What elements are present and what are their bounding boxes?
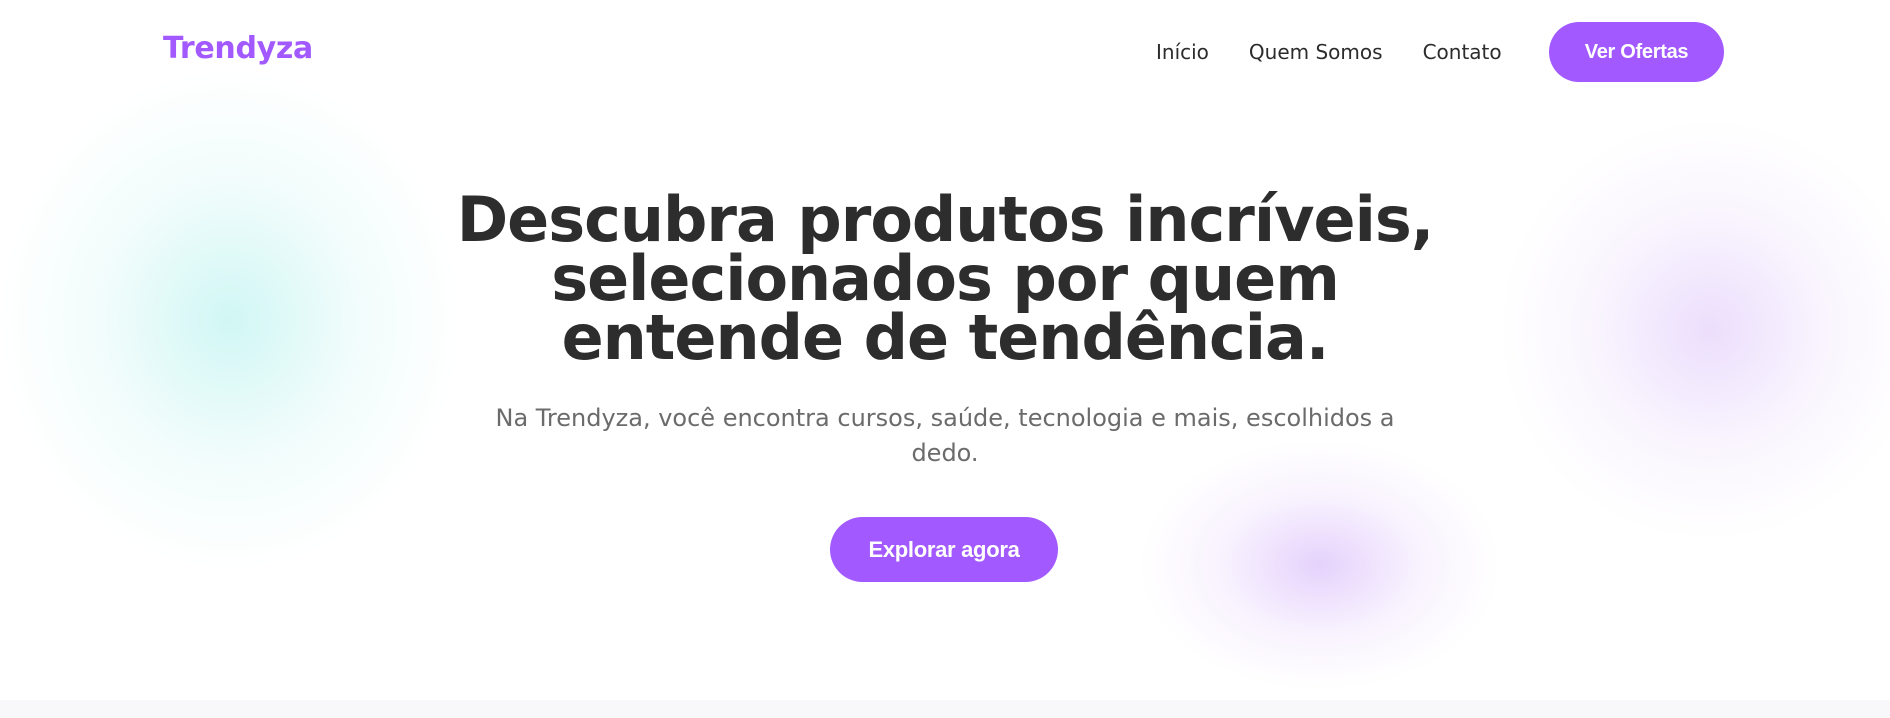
- hero-title: Descubra produtos incríveis, selecionado…: [456, 183, 1435, 374]
- hero-section: Descubra produtos incríveis, selecionado…: [0, 183, 1890, 471]
- hero-subtitle: Na Trendyza, você encontra cursos, saúde…: [495, 404, 1395, 467]
- decorative-blob-violet-small: [1140, 440, 1500, 690]
- nav-link-inicio[interactable]: Início: [1156, 40, 1209, 64]
- explore-now-button[interactable]: Explorar agora: [830, 517, 1058, 582]
- nav-link-quem-somos[interactable]: Quem Somos: [1249, 40, 1383, 64]
- site-header: Trendyza Início Quem Somos Contato Ver O…: [0, 0, 1890, 104]
- view-offers-button[interactable]: Ver Ofertas: [1549, 22, 1724, 82]
- main-nav: Início Quem Somos Contato: [1156, 40, 1502, 64]
- brand-logo[interactable]: Trendyza: [163, 31, 313, 66]
- nav-link-contato[interactable]: Contato: [1423, 40, 1502, 64]
- next-section-edge: [0, 700, 1890, 718]
